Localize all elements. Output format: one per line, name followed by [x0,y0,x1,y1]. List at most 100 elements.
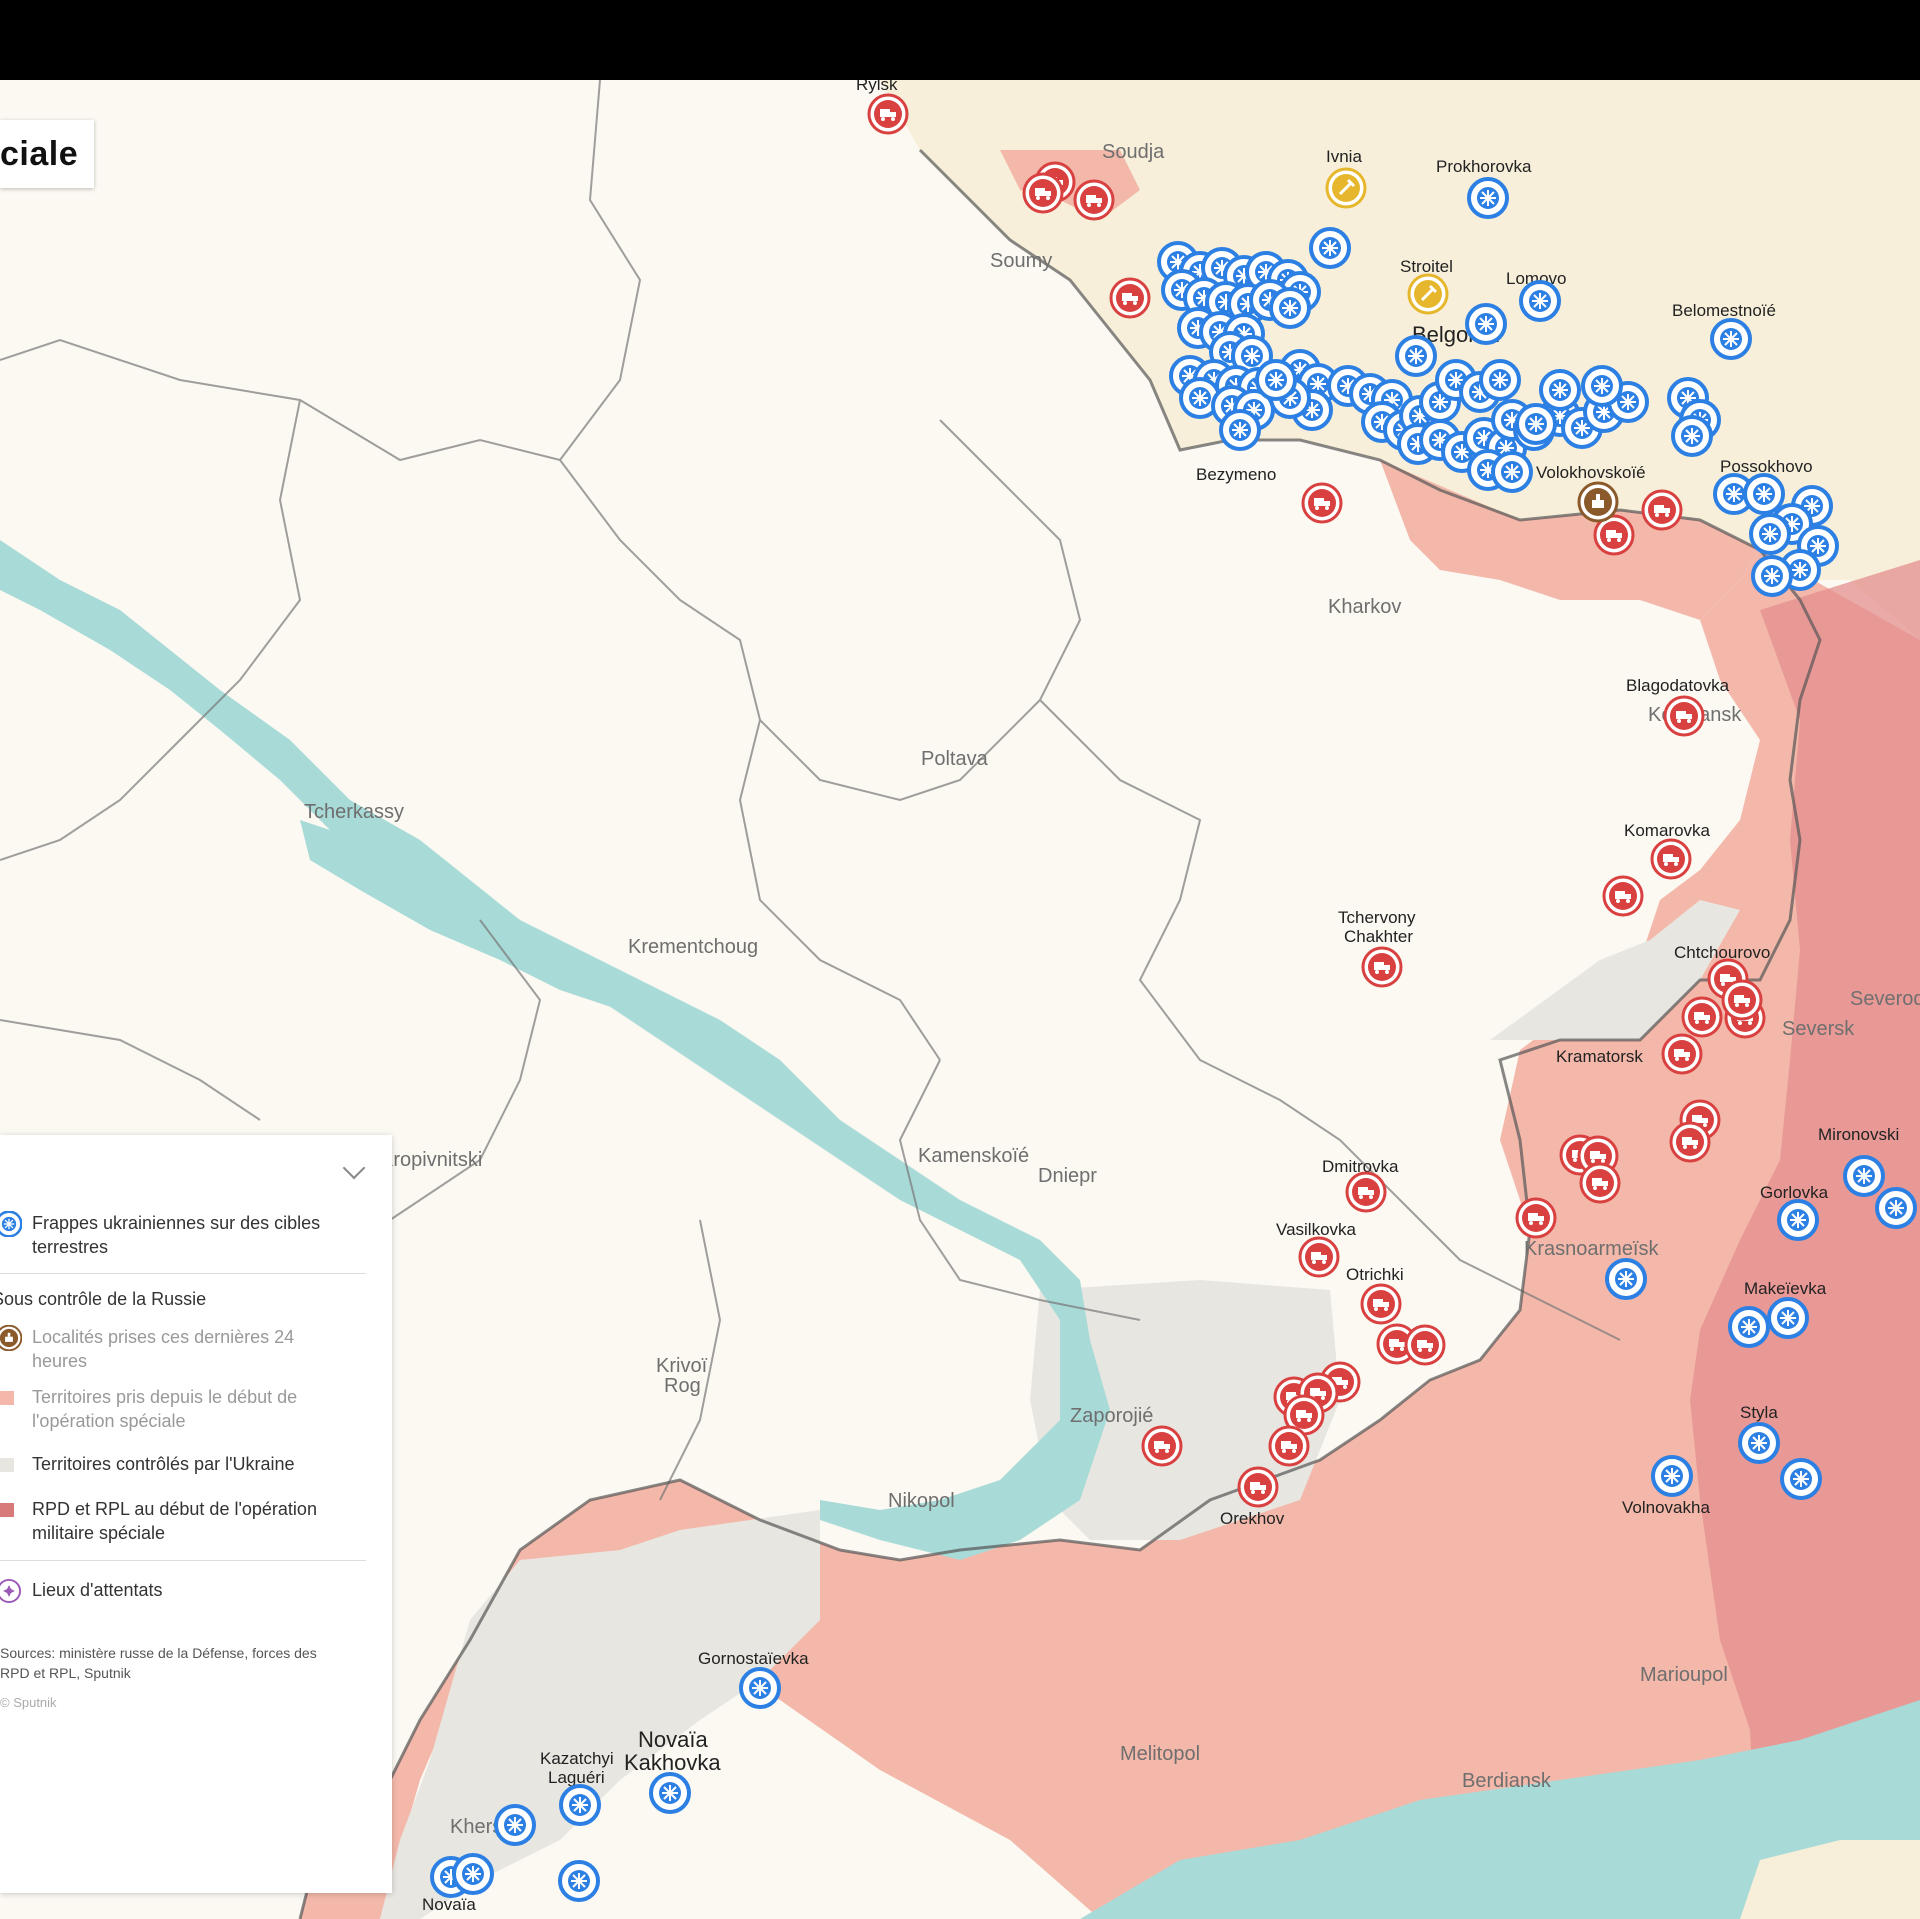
armor-marker[interactable] [1360,1283,1402,1325]
town-label: Gornostaïevka [698,1649,809,1668]
city-label: Poltava [921,748,989,770]
strike-marker[interactable] [1777,1199,1819,1241]
city-label: Rog [664,1375,701,1397]
strike-marker[interactable] [558,1860,600,1902]
town-label: Volokhovskoïé [1536,463,1646,482]
strike-marker[interactable] [1255,359,1297,401]
town-label: Gorlovka [1760,1183,1829,1202]
legend-label: Frappes ukrainiennes sur des cibles terr… [32,1213,321,1257]
strike-marker[interactable] [1519,280,1561,322]
strike-marker[interactable] [1767,1297,1809,1339]
legend-label: Territoires contrôlés par l'Ukraine [32,1454,295,1474]
town-label: Belomestnoïé [1672,301,1776,320]
strike-marker[interactable] [1738,1422,1780,1464]
armor-marker[interactable] [1721,979,1763,1021]
city-label: Soumy [990,250,1052,272]
legend-section-label: Sous contrôle de la Russie [0,1289,207,1309]
strike-marker[interactable] [1539,369,1581,411]
town-label: Styla [1740,1403,1778,1422]
armor-marker[interactable] [1301,482,1343,524]
top-black-bar [0,0,1920,80]
strike-marker[interactable] [1581,365,1623,407]
town-label: Stroitel [1400,257,1453,276]
city-label: Kropivnitski [380,1149,482,1171]
map-title-box: ciale [0,120,95,188]
town-label: Kramatorsk [1556,1047,1643,1066]
locality-taken-marker[interactable] [1577,481,1619,523]
legend-row-ukraine: Territoires contrôlés par l'Ukraine [0,1452,352,1476]
armor-marker[interactable] [1404,1324,1446,1366]
strike-marker[interactable] [1605,1258,1647,1300]
swatch-occupied [0,1391,14,1405]
armor-marker[interactable] [1141,1425,1183,1467]
strike-marker[interactable] [1780,1458,1822,1500]
town-label: Vasilkovka [1276,1220,1357,1239]
armor-marker[interactable] [1268,1425,1310,1467]
town-label: Bezymeno [1196,465,1276,484]
strike-marker[interactable] [452,1853,494,1895]
strike-marker[interactable] [1875,1187,1917,1229]
armor-marker[interactable] [1109,277,1151,319]
town-label: Komarovka [1624,821,1711,840]
strike-marker[interactable] [1467,177,1509,219]
strike-marker[interactable] [1743,473,1785,515]
strike-marker-gold[interactable] [1407,273,1449,315]
strike-marker[interactable] [649,1772,691,1814]
town-label: Chtchourovo [1674,943,1770,962]
legend-label: RPD et RPL au début de l'opération milit… [32,1499,317,1543]
strike-marker[interactable] [1728,1306,1770,1348]
armor-marker[interactable] [1073,179,1115,221]
city-label: Severodonetsk [1850,988,1920,1010]
armor-marker[interactable] [1237,1466,1279,1508]
city-label: Krementchoug [628,936,758,958]
swatch-ukraine [0,1458,14,1472]
armor-marker[interactable] [1345,1171,1387,1213]
strike-marker[interactable] [1710,318,1752,360]
armor-marker[interactable] [1579,1162,1621,1204]
city-label: Tcherkassy [304,801,404,823]
armor-marker[interactable] [867,93,909,135]
strike-marker[interactable] [1751,555,1793,597]
strike-marker[interactable] [1395,335,1437,377]
legend-row-attacks: Lieux d'attentats [0,1578,352,1604]
legend-divider [0,1560,366,1561]
armor-marker[interactable] [1661,1033,1703,1075]
armor-marker[interactable] [1663,695,1705,737]
strike-marker[interactable] [1309,227,1351,269]
legend-panel: Frappes ukrainiennes sur des cibles terr… [0,1135,392,1893]
armor-marker[interactable] [1602,875,1644,917]
armor-marker[interactable] [1298,1236,1340,1278]
strike-marker[interactable] [1269,287,1311,329]
armor-marker[interactable] [1361,946,1403,988]
armor-marker[interactable] [1681,996,1723,1038]
strike-marker[interactable] [494,1804,536,1846]
armor-marker[interactable] [1641,489,1683,531]
strike-marker[interactable] [1479,359,1521,401]
chevron-down-icon[interactable] [342,1156,366,1180]
strike-marker[interactable] [1671,415,1713,457]
armor-marker[interactable] [1669,1121,1711,1163]
town-label: Otrichki [1346,1265,1404,1284]
legend-copyright: © Sputnik [0,1695,57,1710]
town-label: Prokhorovka [1436,157,1532,176]
strike-marker[interactable] [1515,403,1557,445]
armor-marker[interactable] [1515,1197,1557,1239]
town-label: Makeïevka [1744,1279,1827,1298]
city-label: Kamenskoïé [918,1145,1029,1167]
strike-marker[interactable] [1491,451,1533,493]
legend-label: Lieux d'attentats [32,1580,163,1600]
strike-marker[interactable] [1749,513,1791,555]
strike-marker[interactable] [1651,1455,1693,1497]
armor-marker[interactable] [1022,172,1064,214]
armor-marker[interactable] [1650,838,1692,880]
strike-marker[interactable] [1843,1155,1885,1197]
legend-row-strikes: Frappes ukrainiennes sur des cibles terr… [0,1211,352,1259]
strike-marker-gold[interactable] [1325,167,1367,209]
town-label: Kazatchyi [540,1749,614,1768]
strike-marker[interactable] [739,1667,781,1709]
strike-marker[interactable] [559,1784,601,1826]
town-label: Kakhovka [624,1750,721,1775]
strike-marker[interactable] [1465,303,1507,345]
strike-marker[interactable] [1219,409,1261,451]
city-label: Krivoï [656,1355,708,1377]
